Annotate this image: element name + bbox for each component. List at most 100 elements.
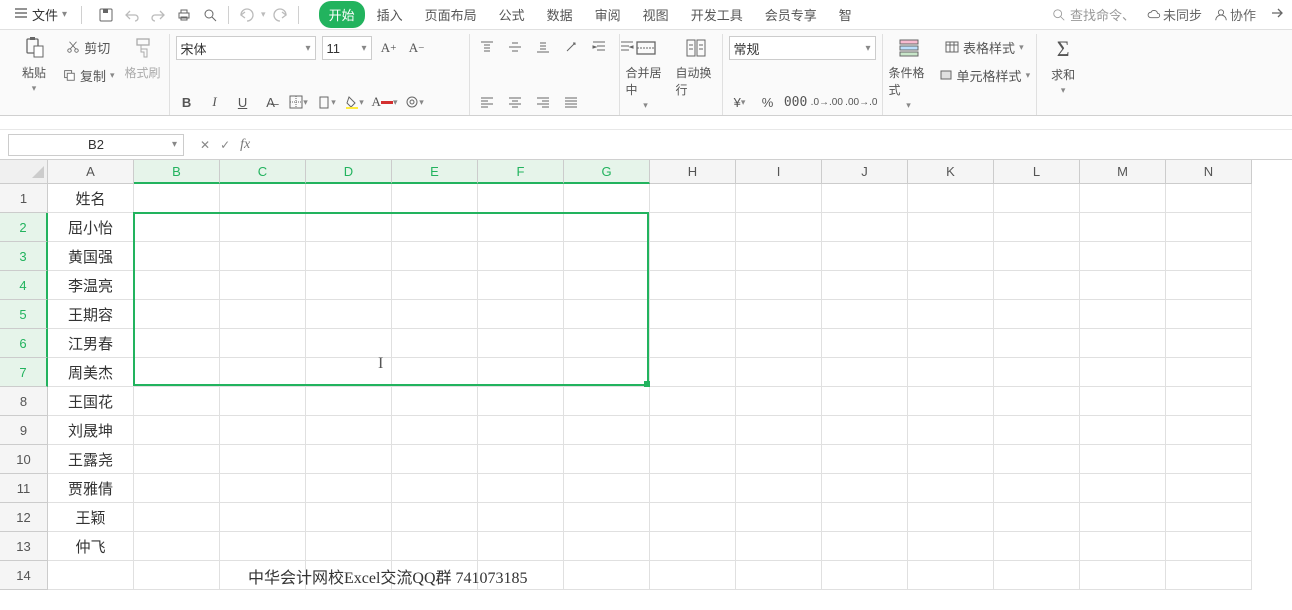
cell[interactable] [306,300,392,329]
cell[interactable] [908,532,994,561]
merge-center-button[interactable]: 合并居中 ▾ [626,36,666,111]
cell[interactable] [478,242,564,271]
align-top-icon[interactable] [476,36,498,58]
cell[interactable] [822,474,908,503]
cell[interactable] [1166,271,1252,300]
cell[interactable] [994,532,1080,561]
tab-member[interactable]: 会员专享 [755,1,827,28]
cell[interactable] [392,242,478,271]
cell[interactable] [306,532,392,561]
cell[interactable] [564,416,650,445]
cell[interactable] [650,300,736,329]
accept-formula-icon[interactable]: ✓ [220,138,230,152]
copy-button[interactable]: 复制 ▾ [62,64,115,86]
cell[interactable] [220,445,306,474]
paste-button[interactable]: 粘贴 ▾ [14,36,54,94]
cell[interactable] [736,387,822,416]
cell[interactable] [1166,387,1252,416]
cell[interactable] [306,184,392,213]
cell[interactable] [564,300,650,329]
cell[interactable] [736,561,822,590]
cell[interactable] [134,358,220,387]
comma-button[interactable]: 000 [785,91,807,113]
cell[interactable] [134,387,220,416]
align-middle-icon[interactable] [504,36,526,58]
cell[interactable] [1166,300,1252,329]
cell[interactable] [392,358,478,387]
table-style-button[interactable]: 表格样式 ▾ [939,36,1031,58]
cell[interactable] [736,300,822,329]
row-header-3[interactable]: 3 [0,242,48,271]
undo-dropdown-icon[interactable] [235,3,259,27]
wrap-text-button[interactable]: 自动换行 [676,36,716,98]
cell[interactable] [1166,213,1252,242]
cell[interactable] [134,184,220,213]
increase-decimal-icon[interactable]: .0→.00 [813,91,842,113]
cell[interactable] [220,532,306,561]
cell[interactable] [1166,416,1252,445]
cell[interactable] [220,474,306,503]
cell[interactable] [994,503,1080,532]
font-size-select[interactable]: 11▾ [322,36,372,60]
cell[interactable]: 江男春 [48,329,134,358]
cell[interactable] [1166,329,1252,358]
name-box[interactable]: B2 ▾ [8,134,184,156]
file-menu[interactable]: 文件 ▾ [8,3,73,26]
column-header-F[interactable]: F [478,160,564,184]
column-header-I[interactable]: I [736,160,822,184]
cell[interactable] [908,474,994,503]
cell[interactable] [392,532,478,561]
align-center-icon[interactable] [504,91,526,113]
tab-insert[interactable]: 插入 [367,1,413,28]
cell[interactable] [564,532,650,561]
cell[interactable] [650,561,736,590]
cell[interactable]: 王期容 [48,300,134,329]
cell[interactable] [478,387,564,416]
column-header-A[interactable]: A [48,160,134,184]
cell[interactable] [564,184,650,213]
undo-icon[interactable] [120,3,144,27]
font-color-button[interactable]: A▾ [372,91,398,113]
cell[interactable] [908,300,994,329]
cell[interactable] [650,503,736,532]
formula-input[interactable] [266,134,1284,156]
cell[interactable] [994,213,1080,242]
cell[interactable] [994,474,1080,503]
cell[interactable] [392,300,478,329]
cell[interactable] [134,532,220,561]
cell[interactable] [134,561,220,590]
cell[interactable] [220,300,306,329]
row-header-8[interactable]: 8 [0,387,48,416]
column-header-H[interactable]: H [650,160,736,184]
cell[interactable] [736,242,822,271]
cell[interactable] [392,416,478,445]
cell[interactable] [564,503,650,532]
cell[interactable]: 姓名 [48,184,134,213]
cell[interactable] [994,329,1080,358]
spreadsheet-grid[interactable]: ABCDEFGHIJKLMN 1234567891011121314 姓名屈小怡… [0,160,1292,604]
cell[interactable] [822,561,908,590]
cell[interactable] [564,271,650,300]
cell[interactable] [48,561,134,590]
cell[interactable] [392,474,478,503]
column-header-D[interactable]: D [306,160,392,184]
cell[interactable] [908,329,994,358]
cell[interactable] [564,474,650,503]
cell[interactable] [564,358,650,387]
row-header-4[interactable]: 4 [0,271,48,300]
cell[interactable] [1080,387,1166,416]
tab-more[interactable]: 智 [829,1,862,28]
cell[interactable] [736,445,822,474]
cell[interactable] [306,387,392,416]
justify-icon[interactable] [560,91,582,113]
cell[interactable] [994,358,1080,387]
redo-dropdown-icon[interactable] [268,3,292,27]
row-header-10[interactable]: 10 [0,445,48,474]
cell[interactable] [306,416,392,445]
cell[interactable] [822,184,908,213]
orientation-icon[interactable] [560,36,582,58]
cell[interactable] [392,445,478,474]
cell[interactable]: 贾雅倩 [48,474,134,503]
cell[interactable] [650,387,736,416]
cell[interactable]: 黄国强 [48,242,134,271]
